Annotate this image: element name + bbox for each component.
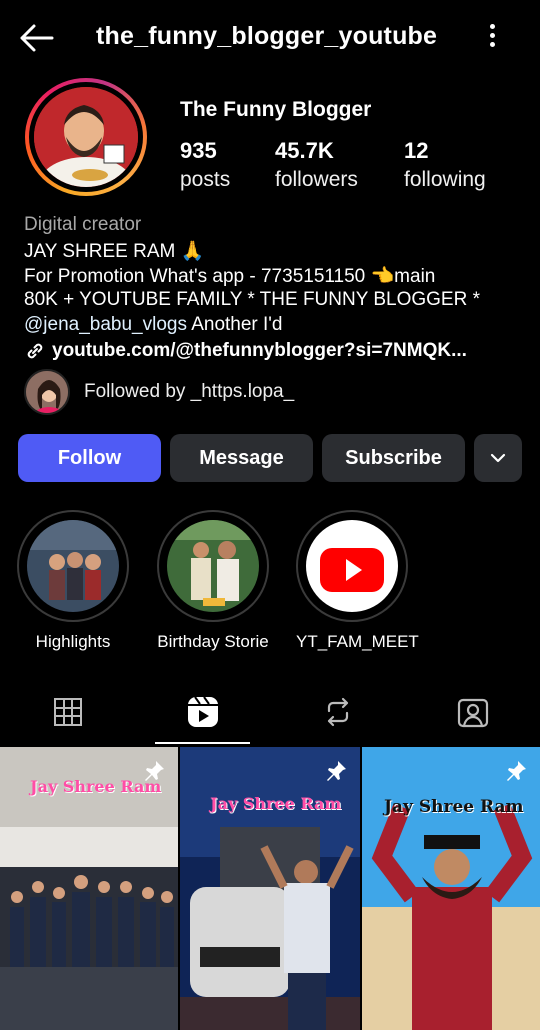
highlight-1[interactable]: Highlights: [17, 510, 129, 652]
back-arrow-icon[interactable]: [18, 22, 54, 54]
profile-handle: the_funny_blogger_youtube: [96, 22, 438, 50]
posts-stat[interactable]: 935 posts: [180, 138, 230, 192]
posts-label: posts: [180, 168, 231, 191]
pin-icon: [507, 761, 526, 781]
suggested-dropdown-button[interactable]: [474, 434, 522, 482]
reels-grid: Jay Shree Ram Jay Shree Ram Jay Shree Ra…: [0, 747, 540, 1030]
highlight-2[interactable]: Birthday Storie: [157, 510, 269, 652]
more-vertical-icon[interactable]: [480, 24, 504, 52]
bio-line-1: JAY SHREE RAM 🙏: [24, 241, 205, 262]
tab-tagged[interactable]: [405, 680, 540, 744]
reel-post-2[interactable]: Jay Shree Ram: [180, 747, 360, 1030]
highlight-2-label: Birthday Storie: [157, 632, 269, 651]
profile-tabs: [0, 680, 540, 744]
youtube-logo-icon: [306, 520, 398, 612]
reel-post-1[interactable]: Jay Shree Ram: [0, 747, 178, 1030]
followed-by-text: Followed by _https.lopa_: [84, 381, 295, 402]
highlight-2-thumb: [167, 520, 259, 612]
bio-mention-link[interactable]: @jena_babu_vlogs: [24, 314, 187, 335]
profile-name: The Funny Blogger: [180, 98, 372, 121]
link-icon: [27, 343, 43, 359]
tagged-icon: [457, 698, 488, 728]
link-text: youtube.com/@thefunnyblogger?si=7NMQK...: [52, 340, 467, 361]
highlight-3-label: YT_FAM_MEET: [296, 632, 419, 651]
profile-external-link[interactable]: youtube.com/@thefunnyblogger?si=7NMQK...: [24, 340, 467, 362]
bio-line-2: For Promotion What's app - 7735151150 👈m…: [24, 266, 436, 287]
followers-stat[interactable]: 45.7K followers: [275, 138, 358, 192]
bio-mention-suffix: Another I'd: [186, 314, 283, 335]
followers-count: 45.7K: [275, 138, 334, 163]
top-bar: the_funny_blogger_youtube: [0, 0, 540, 78]
highlight-1-thumb: [27, 520, 119, 612]
reels-icon: [187, 696, 218, 727]
reel-post-2-caption: Jay Shree Ram: [210, 794, 342, 813]
followers-label: followers: [275, 168, 358, 191]
reposts-icon: [327, 697, 348, 727]
bio-line-4: @jena_babu_vlogs Another I'd: [24, 314, 283, 336]
following-count: 12: [404, 138, 429, 163]
following-label: following: [404, 168, 486, 191]
tab-posts-grid[interactable]: [0, 680, 135, 744]
following-stat[interactable]: 12 following: [404, 138, 486, 192]
grid-icon: [53, 698, 82, 726]
reel-post-3[interactable]: Jay Shree Ram: [362, 747, 540, 1030]
active-tab-indicator: [155, 742, 250, 744]
profile-avatar[interactable]: [22, 78, 156, 196]
highlight-1-label: Highlights: [35, 632, 111, 651]
subscribe-button[interactable]: Subscribe: [322, 434, 465, 482]
pin-icon: [145, 761, 164, 781]
highlight-3-thumb: [306, 520, 398, 612]
pin-icon: [327, 761, 346, 781]
chevron-down-icon: [490, 453, 506, 463]
posts-count: 935: [180, 138, 217, 163]
tab-reels[interactable]: [135, 680, 270, 744]
follow-button[interactable]: Follow: [18, 434, 161, 482]
message-button[interactable]: Message: [170, 434, 313, 482]
tab-reposts[interactable]: [270, 680, 405, 744]
follower-avatar: [24, 369, 70, 415]
bio-line-3: 80K + YOUTUBE FAMILY * THE FUNNY BLOGGER…: [24, 289, 480, 310]
highlight-3[interactable]: YT_FAM_MEET: [296, 510, 419, 652]
reel-post-3-caption: Jay Shree Ram: [384, 797, 524, 817]
profile-category: Digital creator: [24, 214, 142, 235]
followed-by-row[interactable]: Followed by _https.lopa_: [24, 369, 294, 415]
